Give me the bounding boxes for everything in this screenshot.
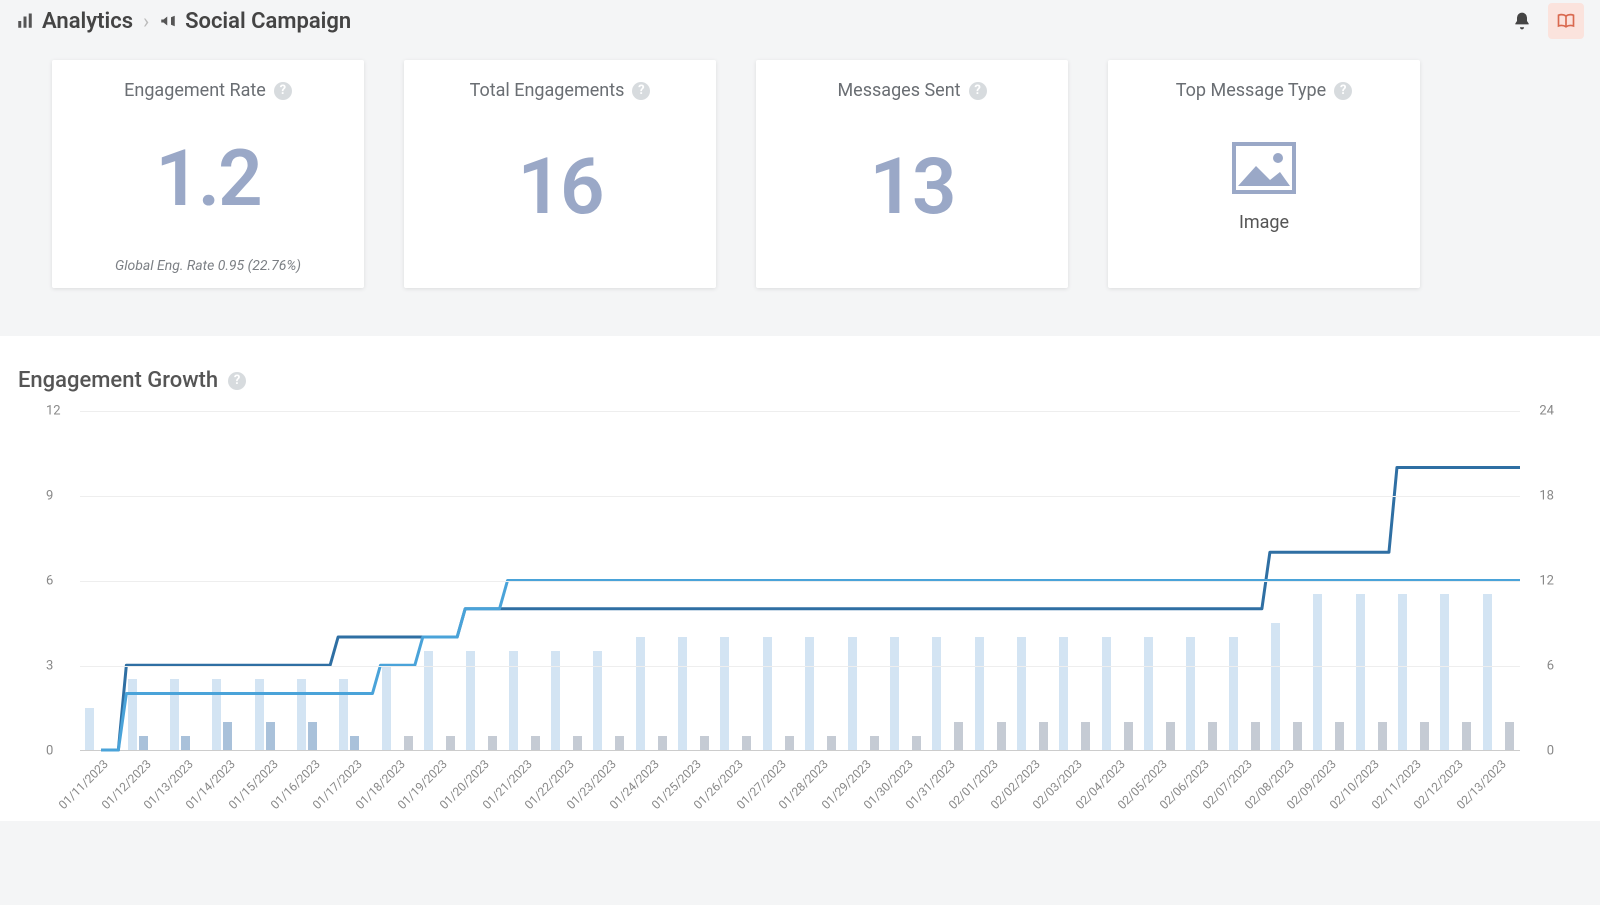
kpi-icon-label: Image — [1239, 212, 1289, 233]
y-tick-left: 3 — [46, 659, 53, 674]
y-tick-left: 12 — [46, 404, 61, 419]
kpi-value: 13 — [869, 101, 954, 274]
kpi-subtitle: Global Eng. Rate 0.95 (22.76%) — [115, 258, 301, 274]
breadcrumb-analytics[interactable]: Analytics — [16, 9, 133, 34]
breadcrumb-label: Analytics — [42, 9, 133, 34]
chevron-right-icon: › — [143, 9, 149, 33]
y-tick-right: 12 — [1539, 574, 1554, 589]
topbar: Analytics › Social Campaign — [0, 0, 1600, 42]
help-icon[interactable]: ? — [274, 82, 292, 100]
kpi-card-total-engagements: Total Engagements ? 16 — [404, 60, 716, 288]
plot-area: 00366129181224 — [80, 411, 1520, 751]
y-tick-right: 0 — [1547, 744, 1554, 759]
topbar-actions — [1504, 3, 1584, 39]
chart: 00366129181224 01/11/202301/12/202301/13… — [80, 411, 1520, 821]
help-icon[interactable]: ? — [969, 82, 987, 100]
kpi-title: Messages Sent — [837, 80, 960, 101]
bell-icon — [1512, 11, 1532, 31]
book-open-icon — [1556, 11, 1576, 31]
chart-section: Engagement Growth ? 00366129181224 01/11… — [0, 336, 1600, 821]
x-axis: 01/11/202301/12/202301/13/202301/14/2023… — [80, 751, 1520, 821]
breadcrumb-social-campaign[interactable]: Social Campaign — [159, 9, 351, 34]
chart-title-row: Engagement Growth ? — [16, 368, 1584, 393]
y-tick-left: 6 — [46, 574, 53, 589]
y-tick-right: 24 — [1539, 404, 1554, 419]
kpi-cards: Engagement Rate ? 1.2 Global Eng. Rate 0… — [0, 42, 1600, 336]
breadcrumb-label: Social Campaign — [185, 9, 351, 34]
y-tick-right: 18 — [1539, 489, 1554, 504]
bar-chart-icon — [16, 12, 34, 30]
kpi-title: Top Message Type — [1176, 80, 1326, 101]
y-tick-left: 9 — [46, 489, 53, 504]
line-engagements_cum — [101, 468, 1520, 751]
docs-button[interactable] — [1548, 3, 1584, 39]
image-icon — [1232, 142, 1296, 194]
kpi-card-engagement-rate: Engagement Rate ? 1.2 Global Eng. Rate 0… — [52, 60, 364, 288]
kpi-value: 1.2 — [155, 101, 260, 258]
help-icon[interactable]: ? — [632, 82, 650, 100]
notifications-button[interactable] — [1504, 3, 1540, 39]
help-icon[interactable]: ? — [1334, 82, 1352, 100]
kpi-icon-area: Image — [1232, 101, 1296, 274]
kpi-card-top-message-type: Top Message Type ? Image — [1108, 60, 1420, 288]
y-tick-left: 0 — [46, 744, 53, 759]
kpi-title: Engagement Rate — [124, 80, 266, 101]
kpi-card-title-row: Total Engagements ? — [470, 80, 651, 101]
kpi-value: 16 — [517, 101, 602, 274]
kpi-card-title-row: Engagement Rate ? — [124, 80, 292, 101]
y-tick-right: 6 — [1547, 659, 1554, 674]
megaphone-icon — [159, 12, 177, 30]
chart-title: Engagement Growth — [18, 368, 218, 393]
breadcrumb: Analytics › Social Campaign — [16, 9, 351, 34]
kpi-title: Total Engagements — [470, 80, 625, 101]
kpi-card-title-row: Top Message Type ? — [1176, 80, 1352, 101]
kpi-card-messages-sent: Messages Sent ? 13 — [756, 60, 1068, 288]
help-icon[interactable]: ? — [228, 372, 246, 390]
kpi-card-title-row: Messages Sent ? — [837, 80, 986, 101]
